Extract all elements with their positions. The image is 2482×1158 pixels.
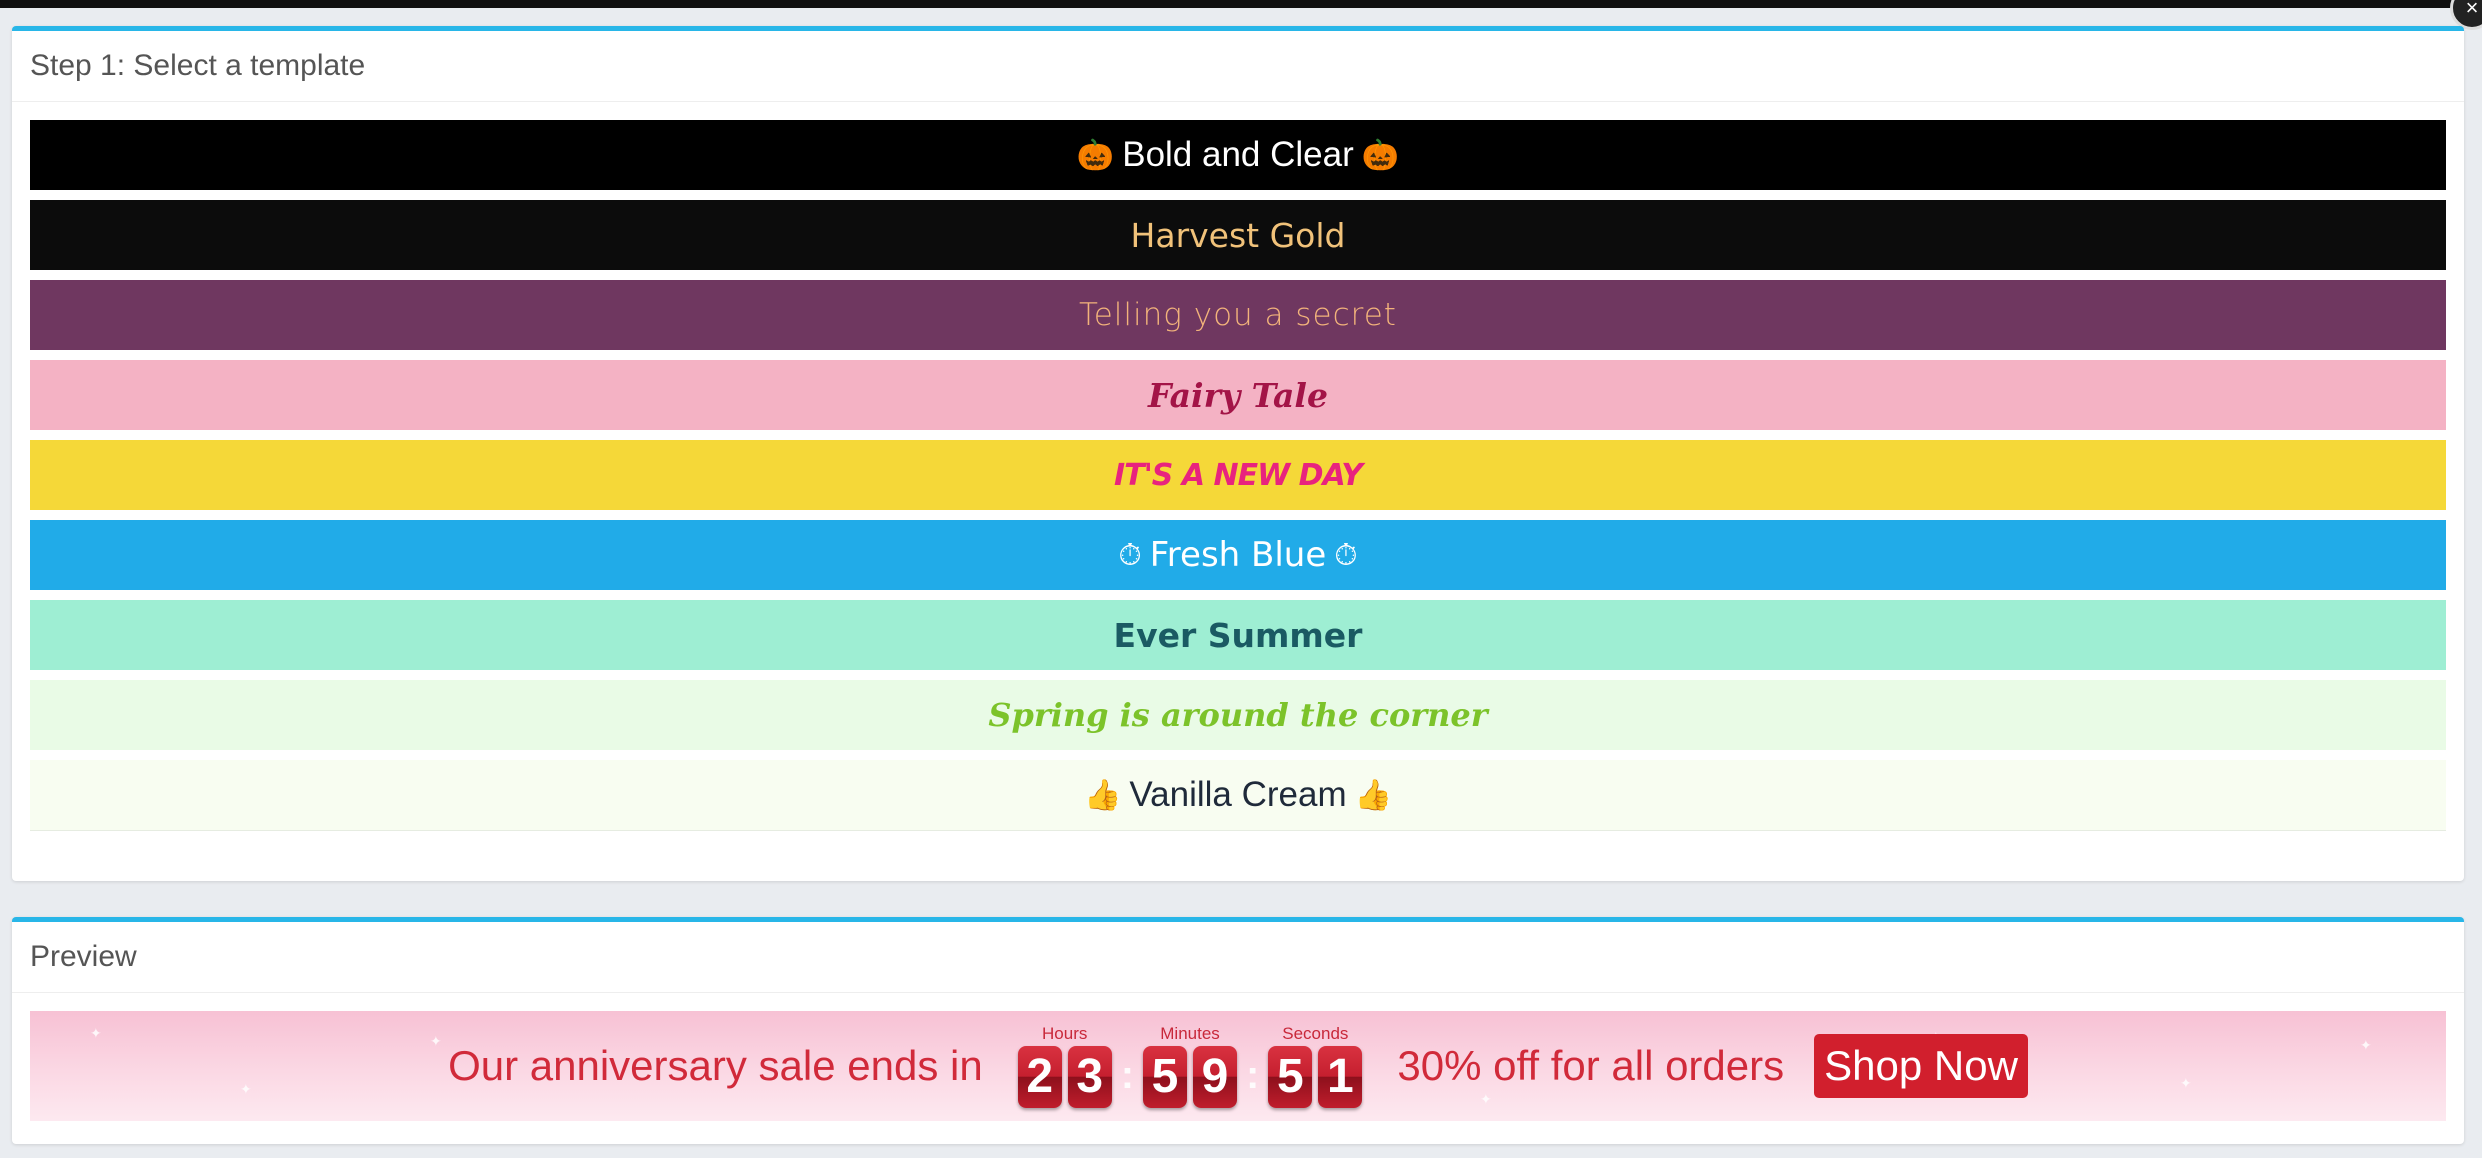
sparkle-decoration: ✦: [1480, 1091, 1492, 1107]
shop-now-button[interactable]: Shop Now: [1814, 1034, 2028, 1098]
sparkle-decoration: ✦: [430, 1033, 442, 1049]
pumpkin-icon: 🎃: [1076, 138, 1115, 172]
timer-digit: 9: [1193, 1046, 1238, 1108]
preview-banner: ✦ ✦ ✦ ✦ ✦ ✦ ✦ Our anniversary sale ends …: [30, 1011, 2446, 1121]
template-panel-title: Step 1: Select a template: [12, 31, 2464, 102]
template-label: Telling you a secret: [1079, 297, 1397, 333]
timer-digit: 3: [1067, 1046, 1112, 1108]
thumbs-up-icon: 👍: [1354, 778, 1392, 812]
timer-digit: 5: [1143, 1046, 1188, 1108]
template-vanilla-cream[interactable]: 👍 Vanilla Cream 👍: [30, 760, 2446, 831]
timer-seconds: Seconds 5 1: [1265, 1024, 1365, 1108]
timer-separator: :: [1120, 1053, 1135, 1097]
template-label: Spring is around the corner: [988, 696, 1488, 734]
template-telling-you-a-secret[interactable]: Telling you a secret: [30, 280, 2446, 350]
template-spring-is-around-the-corner[interactable]: Spring is around the corner: [30, 680, 2446, 750]
preview-panel: Preview ✦ ✦ ✦ ✦ ✦ ✦ ✦ Our anniversary sa…: [12, 917, 2464, 1144]
timer-digit: 1: [1318, 1046, 1363, 1108]
template-label: Vanilla Cream: [1129, 775, 1347, 814]
preview-offer: 30% off for all orders: [1397, 1042, 1785, 1089]
stopwatch-icon: ⏱: [1334, 537, 1358, 573]
sparkle-decoration: ✦: [90, 1025, 102, 1041]
preview-panel-title: Preview: [12, 922, 2464, 993]
sparkle-decoration: ✦: [240, 1081, 252, 1097]
timer-digit: 5: [1268, 1046, 1313, 1108]
preview-message: Our anniversary sale ends in: [448, 1042, 983, 1089]
template-label: IT'S A NEW DAY: [1113, 457, 1363, 493]
template-panel: Step 1: Select a template 🎃 Bold and Cle…: [12, 26, 2464, 881]
hours-label: Hours: [1042, 1024, 1088, 1043]
template-list: 🎃 Bold and Clear 🎃 Harvest Gold Telling …: [12, 102, 2464, 831]
template-label: Fresh Blue: [1149, 535, 1327, 575]
sparkle-decoration: ✦: [2180, 1075, 2192, 1091]
template-bold-and-clear[interactable]: 🎃 Bold and Clear 🎃: [30, 120, 2446, 190]
countdown-timer: Hours 2 3 : Minutes 5 9 : Seconds 5 1: [1015, 1024, 1366, 1108]
template-label: Ever Summer: [1113, 615, 1363, 655]
template-ever-summer[interactable]: Ever Summer: [30, 600, 2446, 670]
sparkle-decoration: ✦: [2360, 1037, 2372, 1053]
thumbs-up-icon: 👍: [1084, 778, 1122, 812]
pumpkin-icon: 🎃: [1361, 138, 1400, 172]
timer-digit: 2: [1017, 1046, 1062, 1108]
background-site-header: [0, 0, 2482, 8]
timer-separator: :: [1246, 1053, 1260, 1097]
timer-minutes: Minutes 5 9: [1140, 1024, 1240, 1108]
template-label: Fairy Tale: [1148, 375, 1328, 415]
template-harvest-gold[interactable]: Harvest Gold: [30, 200, 2446, 270]
stopwatch-icon: ⏱: [1118, 537, 1142, 573]
timer-hours: Hours 2 3: [1015, 1024, 1115, 1108]
minutes-label: Minutes: [1160, 1024, 1220, 1043]
template-label: Bold and Clear: [1122, 135, 1354, 174]
template-its-a-new-day[interactable]: IT'S A NEW DAY: [30, 440, 2446, 510]
template-fairy-tale[interactable]: Fairy Tale: [30, 360, 2446, 430]
template-label: Harvest Gold: [1130, 215, 1346, 255]
template-fresh-blue[interactable]: ⏱ Fresh Blue ⏱: [30, 520, 2446, 590]
seconds-label: Seconds: [1282, 1024, 1349, 1043]
